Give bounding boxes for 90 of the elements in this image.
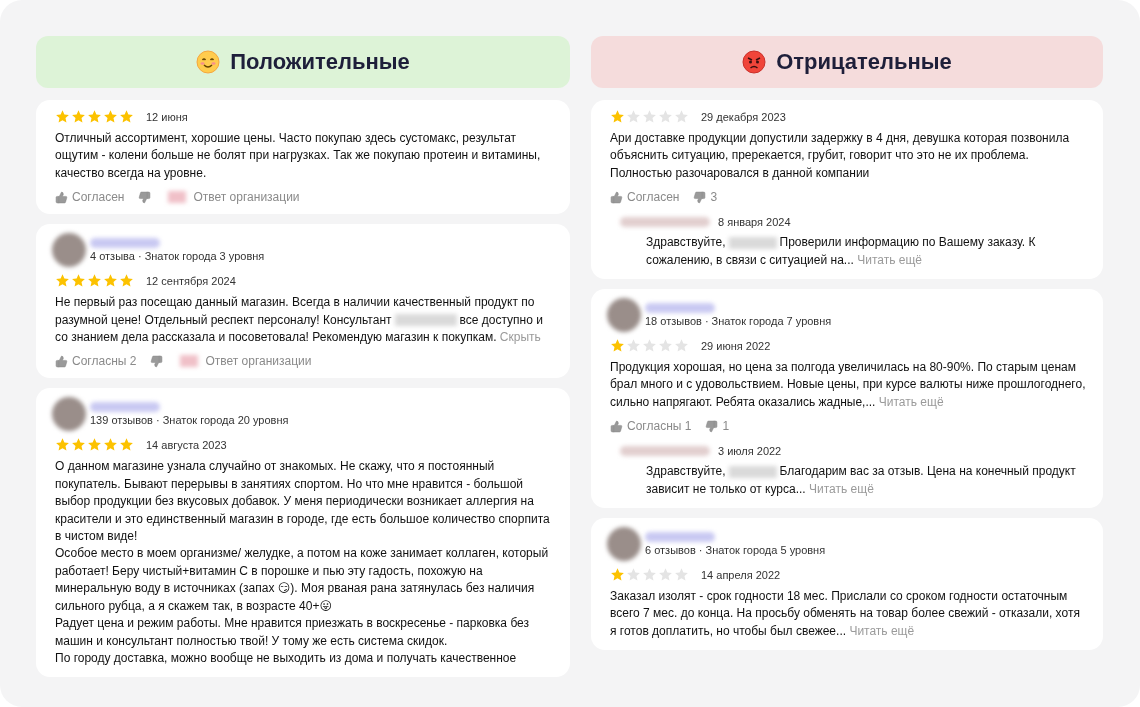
reviewer-meta: 139 отзывов · Знаток города 20 уровня — [90, 414, 289, 427]
read-more-link[interactable]: Скрыть — [499, 330, 541, 345]
avatar-placeholder — [607, 298, 641, 333]
star-icon — [610, 109, 625, 124]
thumbs-down-icon — [138, 190, 152, 204]
review-date: 29 декабря 2023 — [701, 110, 786, 123]
thumbs-down-icon — [693, 190, 707, 204]
column-title: Положительные — [230, 49, 410, 75]
star-icon — [674, 567, 689, 583]
reply-date: 8 января 2024 — [718, 216, 791, 229]
blurred-name — [645, 303, 715, 314]
star-icon — [626, 567, 641, 583]
disagree-button[interactable] — [150, 354, 164, 368]
review-text: Не первый раз посещаю данный магазин. Всегда в наличии качественный продукт по разумной цене! Отдельный респект персоналу! Консультант все доступно и со знанием дела рассказала и посоветовала! Рекомендую магазин к покупкам. Скрыть — [55, 294, 544, 347]
review-date: 12 сентября 2024 — [146, 274, 236, 287]
avatar-placeholder — [607, 527, 641, 562]
review-text: Отличный ассортимент, хорошие цены. Часто покупаю здесь сустомакс, результат ощутим - колени больше не болят при нагрузках. Так же покупаю протеин и витамины, качество всегда на уровне. — [55, 130, 542, 182]
avatar-placeholder — [52, 397, 86, 432]
reviewer-meta: 18 отзывов · Знаток города 7 уровня — [645, 315, 832, 328]
org-reply-link[interactable]: Ответ организации — [177, 354, 312, 369]
agree-button[interactable]: Согласны 2 — [55, 354, 137, 369]
disagree-button[interactable]: 1 — [705, 419, 730, 434]
reply-text: Здравствуйте, Благодарим вас за отзыв. Цена на конечный продукт зависит не только от курса... Читать ещё — [646, 463, 1077, 498]
reply-date: 3 июля 2022 — [718, 445, 782, 458]
blurred-name — [90, 238, 160, 249]
blurred-name — [645, 532, 715, 543]
thumbs-up-icon — [55, 190, 68, 204]
agree-button[interactable]: Согласен — [55, 190, 125, 205]
thumbs-down-icon — [705, 419, 719, 433]
star-icon — [119, 109, 134, 124]
read-more-link[interactable]: Читать ещё — [857, 252, 922, 267]
star-icon — [71, 109, 86, 124]
review-text: О данном магазине узнала случайно от знакомых. Не скажу, что я постоянный покупатель. Бывают перерывы в занятиях спортом. Но что мне нравится - большой выбор продукции без вкусовых добавок. У меня периодически возникает аллергия на красители и это единственный магазин в городе, где есть большое количество спорпита в чистом виде! Особое место в моем организме/ желудке, а потом на коже занимает коллаген, который работает! Беру чистый+витамин С в порошке и пью эту гадость, похожую на минеральную воду в источниках (запах 😏). Моя рваная рана затянулась без наличия сильного рубца, а я скажем так, в возрасте 40+😛 Радует цена и режим работы. Мне нравится приезжать в воскресенье - парковка без машин и консультант полностью твой! У тому же есть система скидок. По городу доставка, можно вообще не выходить из дома и получать качественное — [55, 458, 551, 667]
star-icon — [658, 109, 673, 124]
agree-button[interactable]: Согласны 1 — [610, 419, 692, 434]
star-icon — [658, 567, 673, 583]
star-icon — [674, 109, 689, 124]
review-date: 12 июня — [146, 110, 188, 123]
read-more-link[interactable]: Читать ещё — [878, 394, 944, 409]
review-date: 29 июня 2022 — [701, 339, 771, 352]
disagree-button[interactable]: 3 — [693, 190, 718, 205]
review-text: Заказал изолят - срок годности 18 мес. Прислали со сроком годности остаточным всего 7 мес. до конца. На просьбу обменять на товар более свежий - отказали, хотя я готов доплатить, но чтобы был свежее... Читать ещё — [610, 588, 1081, 640]
reply-text: Здравствуйте, Проверили информацию по Вашему заказу. К сожалению, в связи с ситуацией на... Читать ещё — [646, 234, 1037, 269]
star-icon — [55, 109, 70, 124]
blurred-name — [394, 314, 457, 327]
star-icon — [626, 338, 641, 354]
blurred-name — [728, 237, 777, 250]
thumbs-up-icon — [610, 190, 623, 204]
thumbs-up-icon — [610, 419, 623, 433]
org-reply-link[interactable]: Ответ организации — [165, 190, 300, 205]
star-icon — [642, 109, 657, 124]
review-text: Ари доставке продукции допустили задержку в 4 дня, девушка которая позвонила объяснить ситуацию, пререкается, грубит, говорит что это не их проблема. Полностью разочаровался в данной компании — [610, 130, 1071, 182]
read-more-link[interactable]: Читать ещё — [809, 481, 874, 496]
review-date: 14 августа 2023 — [146, 438, 227, 451]
star-icon — [55, 437, 70, 453]
star-icon — [658, 338, 673, 354]
column-title: Отрицательные — [776, 49, 952, 75]
blurred-name — [728, 466, 777, 479]
review-date: 14 апреля 2022 — [701, 568, 781, 581]
angry-face-icon — [742, 50, 767, 74]
star-icon — [103, 273, 118, 289]
star-icon — [642, 338, 657, 354]
blurred-logo — [180, 355, 199, 368]
reviewer-meta: 4 отзыва · Знаток города 3 уровня — [90, 250, 265, 263]
thumbs-down-icon — [150, 354, 164, 368]
star-icon — [674, 338, 689, 354]
review-text: Продукция хорошая, но цена за полгода увеличилась на 80-90%. По старым ценам брал много и с удовольствием. Новые цены, при курсе валюты ниже прошлогоднего, сильно напрягают. Ребята оказались жадные,... Читать ещё — [610, 359, 1087, 411]
star-icon — [626, 109, 641, 124]
star-icon — [642, 567, 657, 583]
star-icon — [103, 109, 118, 124]
star-icon — [119, 273, 134, 289]
star-icon — [55, 273, 70, 289]
star-icon — [71, 273, 86, 289]
avatar-placeholder — [52, 233, 86, 268]
star-icon — [610, 338, 625, 354]
star-icon — [87, 109, 102, 124]
read-more-link[interactable]: Читать ещё — [849, 623, 915, 638]
star-icon — [119, 437, 134, 453]
blurred-name — [90, 402, 160, 413]
thumbs-up-icon — [55, 354, 68, 368]
star-icon — [610, 567, 625, 583]
reviewer-meta: 6 отзывов · Знаток города 5 уровня — [645, 544, 826, 557]
star-icon — [87, 273, 102, 289]
agree-button[interactable]: Согласен — [610, 190, 680, 205]
disagree-button[interactable] — [138, 190, 152, 204]
smiling-face-icon — [196, 50, 221, 74]
star-icon — [103, 437, 118, 453]
star-icon — [87, 437, 102, 453]
star-icon — [71, 437, 86, 453]
blurred-logo — [168, 191, 187, 204]
